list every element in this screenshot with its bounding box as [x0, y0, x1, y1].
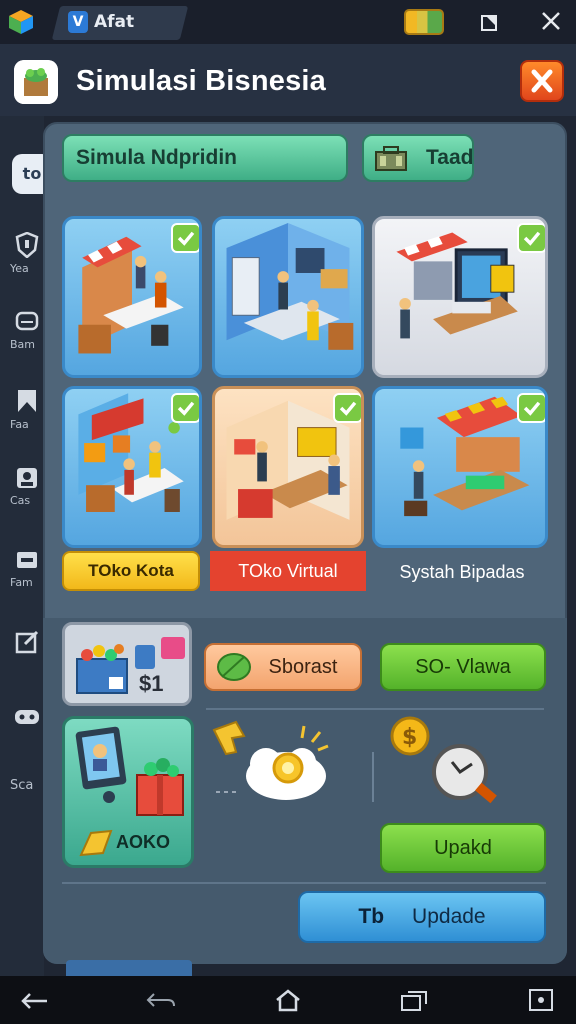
- tool-button-label: Taad: [426, 146, 474, 169]
- business-card-4[interactable]: [62, 386, 202, 548]
- checkmark-icon: [171, 393, 199, 423]
- inventory-count: $1: [139, 671, 164, 696]
- page-title: Simulasi Bisnesia: [76, 65, 327, 97]
- sidebar-item-1[interactable]: Yea: [10, 232, 44, 288]
- sidebar-item-7[interactable]: [10, 706, 44, 762]
- business-card-2[interactable]: [212, 216, 364, 378]
- app-cube-icon[interactable]: [8, 9, 34, 35]
- wallet-icon[interactable]: [404, 9, 444, 35]
- gamepad-icon: [15, 710, 39, 724]
- checkmark-icon: [517, 223, 545, 253]
- checkmark-icon: [171, 223, 199, 253]
- leaf-icon: [217, 653, 251, 681]
- close-icon: [531, 69, 553, 93]
- divider: [62, 882, 546, 884]
- sidebar-item-5[interactable]: Fam: [10, 548, 44, 604]
- home-icon[interactable]: [274, 988, 302, 1012]
- screenshot-icon[interactable]: [528, 988, 554, 1012]
- sidebar-item-6[interactable]: [10, 630, 44, 686]
- card-label-systah-bipadas[interactable]: Systah Bipadas: [374, 562, 550, 583]
- profile-card[interactable]: AOKO: [62, 716, 194, 868]
- upgrade-button[interactable]: Upakd: [380, 823, 546, 873]
- undo-icon[interactable]: [146, 990, 176, 1012]
- sidebar-item-label: Cas: [10, 494, 31, 507]
- sidebar-item-8[interactable]: Sca: [10, 774, 44, 830]
- close-button[interactable]: [520, 60, 564, 102]
- avatar-gift-illustration: [75, 726, 184, 816]
- sidebar-item-label: Sca: [10, 778, 34, 793]
- sidebar-item-label: Faa: [10, 418, 29, 431]
- so-button[interactable]: SO- Vlawa: [380, 643, 546, 691]
- shield-icon: [15, 232, 39, 258]
- back-icon[interactable]: [20, 990, 50, 1012]
- checkmark-icon: [517, 393, 545, 423]
- edit-icon: [15, 630, 39, 654]
- sidebar-item-3[interactable]: Faa: [10, 388, 44, 444]
- store-icon: [17, 552, 37, 568]
- crate-icon: [76, 637, 185, 694]
- sidebar-item-2[interactable]: Bam: [10, 310, 44, 366]
- sidebar-item-label: Bam: [10, 338, 36, 351]
- sidebar-item-label: Fam: [10, 576, 33, 589]
- sidebar-item-4[interactable]: Cas: [10, 466, 44, 522]
- update-prefix: Tb: [358, 905, 385, 928]
- bookmark-icon: [18, 390, 36, 412]
- restore-window-icon[interactable]: [480, 12, 500, 32]
- svg-text:$: $: [402, 725, 417, 750]
- profile-label: AOKO: [116, 832, 170, 852]
- idea-cloud-illustration: [212, 720, 329, 800]
- business-card-6[interactable]: [372, 386, 548, 548]
- checkmark-icon: [333, 393, 361, 423]
- app-header: Simulasi Bisnesia: [0, 44, 576, 116]
- coin-clock-illustration: $: [390, 716, 497, 804]
- business-card-1[interactable]: [62, 216, 202, 378]
- tool-button[interactable]: Taad: [362, 134, 474, 182]
- close-window-icon[interactable]: [538, 8, 564, 34]
- sidebar-item-label: Yea: [10, 262, 29, 275]
- tab-label[interactable]: Afat: [94, 12, 134, 32]
- update-button-label: Updade: [412, 905, 486, 928]
- business-card-3[interactable]: [372, 216, 548, 378]
- bottom-tab-indicator: [66, 960, 192, 976]
- card-label-toko-kota[interactable]: TOko Kota: [62, 551, 200, 591]
- system-top-bar: V Afat: [0, 0, 576, 44]
- chat-icon: [15, 311, 39, 331]
- tab-app-icon: V: [68, 11, 88, 33]
- shortcut-button-label: Sborast: [268, 656, 338, 678]
- system-nav-bar: [0, 976, 576, 1024]
- app-logo-icon: [14, 60, 58, 104]
- toolbox-icon: [375, 146, 407, 171]
- update-button[interactable]: Tb Updade: [298, 891, 546, 943]
- divider: [206, 708, 544, 710]
- business-card-5[interactable]: [212, 386, 364, 548]
- simulation-button[interactable]: Simula Ndpridin: [62, 134, 348, 182]
- office-scene-illustration: [226, 223, 354, 350]
- divider: [372, 752, 374, 802]
- inventory-box[interactable]: $1: [62, 622, 192, 706]
- recent-apps-icon[interactable]: [400, 990, 430, 1012]
- card-label-toko-virtual[interactable]: TOko Virtual: [210, 551, 366, 591]
- user-icon: [17, 468, 37, 488]
